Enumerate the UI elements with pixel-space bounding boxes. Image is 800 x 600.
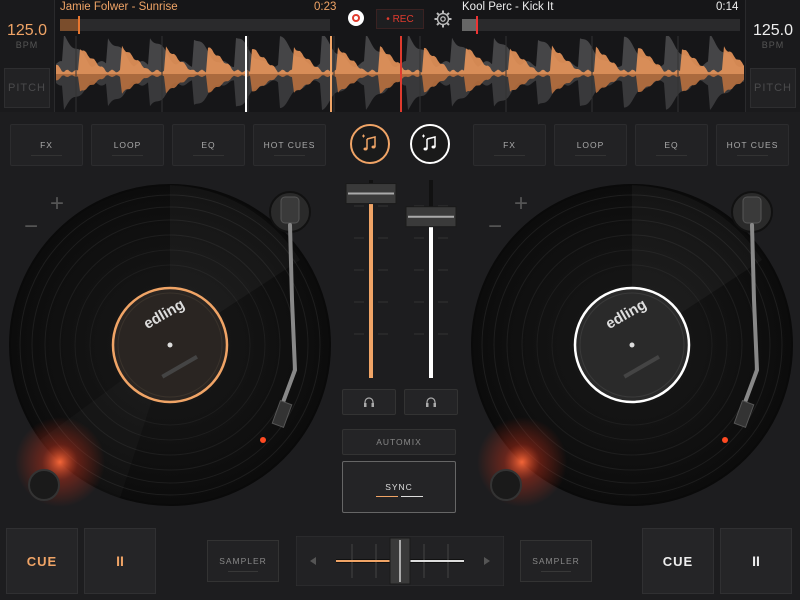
deck-a-bpm-panel: 125.0 BPM PITCH: [0, 0, 55, 112]
deck-b-sampler-button[interactable]: SAMPLER: [520, 540, 592, 582]
gear-icon[interactable]: [434, 10, 452, 28]
sync-indicator-a: [376, 496, 398, 497]
deck-b-pause-button[interactable]: II: [720, 528, 792, 594]
deck-b-headphones-button[interactable]: [404, 389, 458, 415]
deck-b-progress-fill: [462, 19, 476, 31]
deck-a-track-title: Jamie Folwer - Sunrise: [60, 1, 178, 13]
deck-a-progress-marker: [78, 16, 80, 34]
pause-icon: II: [752, 553, 760, 569]
deck-a-loop-button[interactable]: LOOP: [91, 124, 164, 166]
deck-b-load-track-button[interactable]: [410, 124, 450, 164]
deck-a-hot-cues-button[interactable]: HOT CUES: [253, 124, 326, 166]
deck-a-bpm-unit: BPM: [15, 40, 39, 50]
automix-button[interactable]: AUTOMIX: [342, 429, 456, 455]
deck-b-pitch-button[interactable]: PITCH: [750, 68, 796, 108]
deck-a-turntable[interactable]: edling: [0, 180, 340, 510]
edjing-logo-icon[interactable]: [348, 10, 364, 26]
music-note-icon: [362, 134, 376, 151]
deck-a-eq-button[interactable]: EQ: [172, 124, 245, 166]
deck-a-headphones-button[interactable]: [342, 389, 396, 415]
deck-b-eq-button[interactable]: EQ: [635, 124, 708, 166]
deck-a-cue-button[interactable]: CUE: [6, 528, 78, 594]
waveform-display[interactable]: [56, 36, 744, 112]
deck-a-progress-fill: [60, 19, 78, 31]
deck-b-track-time: 0:14: [716, 1, 739, 13]
deck-b-progress-bar[interactable]: [462, 16, 740, 34]
deck-a-pause-button[interactable]: II: [84, 528, 156, 594]
volume-faders[interactable]: [340, 176, 460, 386]
deck-b-cue-button[interactable]: CUE: [642, 528, 714, 594]
headphones-icon: [364, 397, 374, 407]
pause-icon: II: [116, 553, 124, 569]
record-button[interactable]: • REC: [376, 9, 424, 29]
deck-a-bpm-value: 125.0: [6, 22, 48, 39]
deck-a-fx-button[interactable]: FX: [10, 124, 83, 166]
deck-b-loop-button[interactable]: LOOP: [554, 124, 627, 166]
deck-a-pitch-button[interactable]: PITCH: [4, 68, 50, 108]
deck-a-load-track-button[interactable]: [350, 124, 390, 164]
deck-b-fx-button[interactable]: FX: [473, 124, 546, 166]
deck-b-track-title: Kool Perc - Kick It: [462, 1, 554, 13]
deck-a-glow: [15, 417, 105, 507]
headphones-icon: [426, 397, 436, 407]
deck-b-turntable[interactable]: edling: [462, 180, 800, 510]
deck-b-progress-marker: [476, 16, 478, 34]
top-bar: 125.0 BPM PITCH 125.0 BPM PITCH Jamie Fo…: [0, 0, 800, 112]
crossfader[interactable]: [296, 536, 504, 586]
sync-button[interactable]: SYNC: [342, 461, 456, 513]
deck-b-glow: [477, 417, 567, 507]
sync-label: SYNC: [385, 482, 413, 492]
deck-a-track-time: 0:23: [314, 1, 337, 13]
deck-b-knob[interactable]: [490, 469, 522, 501]
deck-b-bpm-unit: BPM: [761, 40, 785, 50]
deck-b-bpm-value: 125.0: [752, 22, 794, 39]
music-note-icon: [422, 134, 436, 151]
deck-b-hot-cues-button[interactable]: HOT CUES: [716, 124, 789, 166]
deck-a-progress-bar[interactable]: [60, 16, 330, 34]
deck-a-sampler-button[interactable]: SAMPLER: [207, 540, 279, 582]
deck-a-knob[interactable]: [28, 469, 60, 501]
deck-b-bpm-panel: 125.0 BPM PITCH: [745, 0, 800, 112]
sync-indicator-b: [401, 496, 423, 497]
